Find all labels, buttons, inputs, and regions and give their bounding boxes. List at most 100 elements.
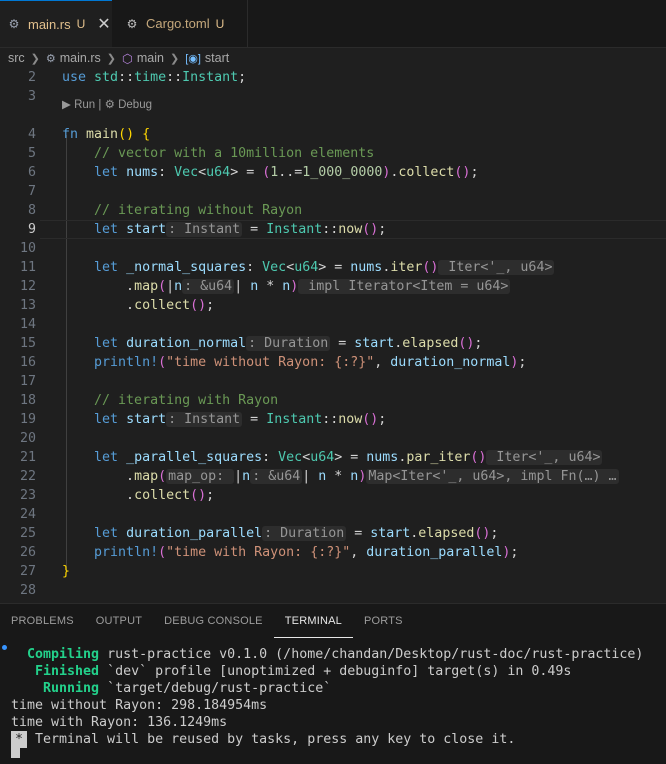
code-line[interactable]: 5 // vector with a 10million elements (0, 144, 666, 163)
panel-tab-problems[interactable]: PROBLEMS (0, 604, 85, 638)
code-line[interactable]: 15 let duration_normal: Duration = start… (0, 334, 666, 353)
code-token: now (338, 222, 363, 237)
breadcrumb-file[interactable]: main.rs (60, 51, 101, 65)
code-token: ( (158, 279, 167, 294)
code-line[interactable]: 14 (0, 315, 666, 334)
code-line[interactable]: 17 (0, 372, 666, 391)
code-token: u64 (310, 450, 335, 465)
code-line[interactable]: 8 // iterating without Rayon (0, 201, 666, 220)
panel-tab-debug-console[interactable]: DEBUG CONSOLE (153, 604, 274, 638)
line-number: 7 (27, 184, 36, 199)
code-text: } (62, 562, 70, 581)
code-token: ( (158, 469, 167, 484)
code-text: // iterating with Rayon (62, 391, 278, 410)
line-number: 18 (19, 393, 36, 408)
code-token: duration_normal (126, 336, 247, 351)
code-line[interactable]: 11 let _normal_squares: Vec<u64> = nums.… (0, 258, 666, 277)
code-line[interactable]: 13 .collect(); (0, 296, 666, 315)
code-text: // vector with a 10million elements (62, 144, 374, 163)
line-number: 21 (19, 450, 36, 465)
code-text: // iterating without Rayon (62, 201, 302, 220)
panel-tab-output[interactable]: OUTPUT (85, 604, 153, 638)
line-number: 24 (19, 507, 36, 522)
code-line[interactable]: 20 (0, 429, 666, 448)
code-token: u64 (294, 260, 319, 275)
code-editor[interactable]: ▶ Run | ⚙ Debug 2 use std::time::Instant;… (0, 68, 666, 603)
code-token: < (198, 165, 207, 180)
panel-tab-terminal[interactable]: TERMINAL (273, 604, 353, 638)
code-token: time (134, 70, 167, 85)
terminal-line: Compiling rust-practice v0.1.0 (/home/ch… (11, 646, 643, 663)
code-text: .collect(); (62, 486, 214, 505)
code-token: :: (322, 412, 339, 427)
code-line[interactable]: 27} (0, 562, 666, 581)
panel-tab-ports[interactable]: PORTS (353, 604, 414, 638)
code-line[interactable]: 3 (0, 87, 666, 106)
code-line[interactable]: 18 // iterating with Rayon (0, 391, 666, 410)
code-line[interactable]: 4 fn main() { (0, 125, 666, 144)
code-text: .map(|n: &u64 | n * n) impl Iterator<Item… (62, 277, 511, 296)
module-icon: ⬡ (121, 51, 133, 66)
code-line[interactable]: 2 use std::time::Instant; (0, 68, 666, 87)
untracked-badge: U (76, 17, 86, 31)
code-token: () (190, 298, 207, 313)
code-text: .map(map_op: |n: &u64 | n * n) Map<Iter<'_… (62, 467, 619, 486)
code-line[interactable]: 21 let _parallel_squares: Vec<u64> = num… (0, 448, 666, 467)
code-token: "time with Rayon: {:?}" (166, 545, 351, 560)
breadcrumb-module[interactable]: main (137, 51, 164, 65)
code-token: = (242, 412, 267, 427)
code-line[interactable]: 10 (0, 239, 666, 258)
code-token: let (94, 165, 127, 180)
tab-label: main.rs (28, 16, 71, 32)
inlay-hint: : &u64 (182, 279, 235, 294)
close-icon[interactable]: ✕ (97, 14, 110, 34)
tab-cargo-toml[interactable]: ⚙ Cargo.toml U (112, 0, 248, 47)
code-token: * (258, 279, 283, 294)
code-line[interactable]: 19 let start: Instant = Instant::now(); (0, 410, 666, 429)
code-token: start (126, 412, 167, 427)
code-line[interactable]: 26 println!("time with Rayon: {:?}", dur… (0, 543, 666, 562)
code-token: start (126, 222, 167, 237)
code-token: Instant (266, 412, 323, 427)
code-token: ( (158, 355, 167, 370)
code-token: collect (134, 488, 191, 503)
code-line[interactable]: 7 (0, 182, 666, 201)
untracked-badge: U (215, 16, 225, 31)
breadcrumb-symbol[interactable]: start (205, 51, 229, 65)
code-line[interactable]: 23 .collect(); (0, 486, 666, 505)
code-token: | (234, 279, 251, 294)
terminal-text: `dev` profile [unoptimized + debuginfo] … (99, 664, 572, 679)
code-token: > = (230, 165, 263, 180)
terminal-text: `target/debug/rust-practice` (99, 681, 332, 696)
line-number: 25 (19, 526, 36, 541)
breadcrumb-folder[interactable]: src (8, 51, 25, 65)
code-line[interactable]: 12 .map(|n: &u64 | n * n) impl Iterator<I… (0, 277, 666, 296)
code-line[interactable]: 25 let duration_parallel: Duration = sta… (0, 524, 666, 543)
code-line[interactable]: 24 (0, 505, 666, 524)
code-line[interactable]: 16 println!("time without Rayon: {:?}", … (0, 353, 666, 372)
tab-main-rs[interactable]: ⚙ main.rs U ✕ (0, 0, 112, 47)
code-token: Vec (262, 260, 287, 275)
code-token: ; (490, 526, 499, 541)
terminal-text: rust-practice v0.1.0 (/home/chandan/Desk… (99, 647, 644, 662)
line-number: 8 (27, 203, 36, 218)
code-line[interactable]: 22 .map(map_op: |n: &u64 | n * n) Map<Iter… (0, 467, 666, 486)
code-text: println!("time with Rayon: {:?}", durati… (62, 543, 518, 562)
line-number: 4 (27, 127, 36, 142)
cargo-status-keyword: Running (11, 681, 100, 696)
code-token: | (234, 469, 243, 484)
code-token: _parallel_squares (126, 450, 263, 465)
code-line[interactable]: 9 let start: Instant = Instant::now(); (0, 220, 666, 239)
code-token: iter (390, 260, 423, 275)
code-token: () (118, 127, 135, 142)
line-number: 19 (19, 412, 36, 427)
inlay-hint: Map<Iter<'_, u64>, impl Fn(…) … (366, 469, 619, 484)
code-line[interactable]: 28 (0, 581, 666, 600)
line-number: 20 (19, 431, 36, 446)
code-token: , (350, 545, 367, 560)
code-line[interactable]: 6 let nums: Vec<u64> = (1..=1_000_0000).… (0, 163, 666, 182)
code-text: let duration_normal: Duration = start.el… (62, 334, 482, 353)
